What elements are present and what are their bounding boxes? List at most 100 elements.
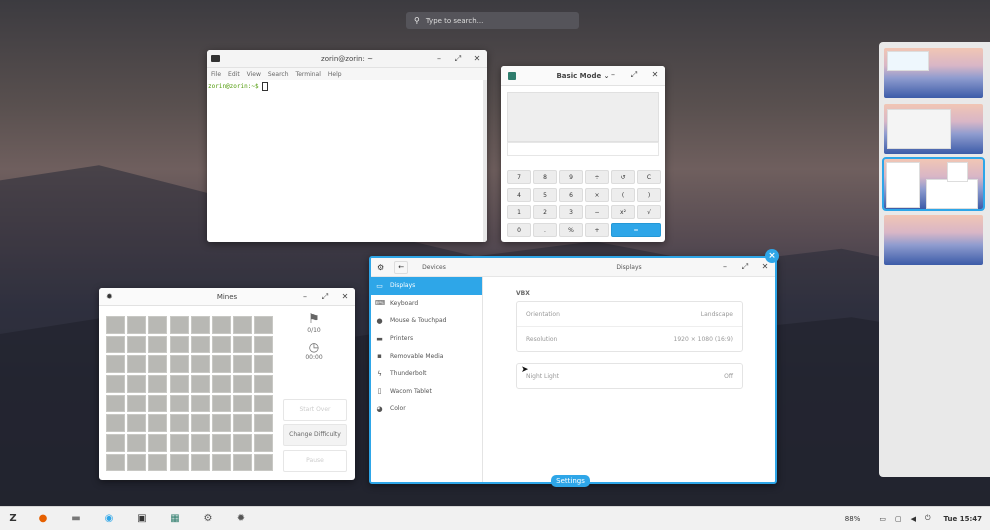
menu-edit[interactable]: Edit (228, 71, 240, 78)
mine-cell[interactable] (169, 434, 189, 452)
terminal-scrollbar[interactable] (483, 80, 487, 242)
mine-cell[interactable] (211, 355, 231, 373)
mine-cell[interactable] (106, 453, 125, 472)
calculator-icon[interactable]: ▦ (167, 511, 183, 526)
network-icon[interactable]: ▢ (895, 515, 902, 523)
minimize-button[interactable]: – (301, 288, 309, 305)
menu-file[interactable]: File (211, 71, 221, 78)
mine-cell[interactable] (127, 414, 147, 432)
mine-cell[interactable] (190, 375, 210, 393)
sidebar-item-mouse[interactable]: ● Mouse & Touchpad (371, 312, 482, 330)
clock[interactable]: Tue 15:47 (944, 515, 982, 523)
key-8[interactable]: 8 (533, 170, 557, 184)
mine-cell[interactable] (190, 316, 210, 334)
key-sqrt[interactable]: √ (637, 205, 661, 220)
key-open-paren[interactable]: ( (611, 187, 635, 202)
mine-cell[interactable] (233, 453, 253, 472)
mine-cell[interactable] (169, 335, 189, 354)
settings-titlebar[interactable]: ⚙ ← Devices Displays – ⤢ ✕ (371, 258, 775, 277)
mine-cell[interactable] (233, 316, 253, 334)
mine-cell[interactable] (254, 375, 274, 393)
mine-cell[interactable] (169, 375, 189, 393)
mine-cell[interactable] (190, 434, 210, 452)
terminal-icon[interactable]: ▣ (134, 511, 150, 526)
terminal-titlebar[interactable]: zorin@zorin: ~ – ⤢ ✕ (207, 50, 487, 68)
key-3[interactable]: 3 (559, 205, 583, 220)
mine-cell[interactable] (148, 394, 168, 413)
mine-cell[interactable] (127, 394, 147, 413)
search-input[interactable]: ⚲ Type to search... (406, 12, 579, 29)
mine-cell[interactable] (190, 355, 210, 373)
key-1[interactable]: 1 (507, 205, 531, 220)
mine-cell[interactable] (254, 414, 274, 432)
back-button[interactable]: ← (394, 260, 409, 274)
maximize-button[interactable]: ⤢ (741, 258, 749, 275)
mine-cell[interactable] (233, 375, 253, 393)
mine-cell[interactable] (169, 316, 189, 334)
mine-cell[interactable] (106, 316, 125, 334)
mine-cell[interactable] (169, 414, 189, 432)
mine-cell[interactable] (211, 414, 231, 432)
mine-cell[interactable] (127, 335, 147, 354)
key-equals[interactable]: = (611, 222, 661, 237)
screen-icon[interactable]: ▭ (879, 515, 886, 523)
minimize-button[interactable]: – (609, 66, 617, 83)
key-decimal[interactable]: . (533, 222, 557, 237)
menu-view[interactable]: View (247, 71, 261, 78)
menu-help[interactable]: Help (328, 71, 342, 78)
workspace-thumbnail-4[interactable] (884, 215, 983, 265)
mine-cell[interactable] (254, 335, 274, 354)
close-window-badge[interactable]: × (765, 249, 779, 263)
maximize-button[interactable]: ⤢ (454, 50, 462, 67)
mine-cell[interactable] (169, 355, 189, 373)
key-divide[interactable]: ÷ (585, 170, 609, 184)
mine-cell[interactable] (254, 434, 274, 452)
mine-cell[interactable] (148, 414, 168, 432)
key-9[interactable]: 9 (559, 170, 583, 184)
workspace-thumbnail-1[interactable] (884, 48, 983, 98)
zorin-menu-icon[interactable]: Z (5, 511, 21, 526)
mine-cell[interactable] (106, 394, 125, 413)
terminal-body[interactable]: zorin@zorin:~$ (207, 80, 487, 242)
mine-cell[interactable] (106, 355, 125, 373)
mine-cell[interactable] (127, 355, 147, 373)
power-icon[interactable]: ⏻ (925, 514, 931, 523)
menu-search[interactable]: Search (268, 71, 289, 78)
mine-cell[interactable] (169, 453, 189, 472)
mine-cell[interactable] (211, 316, 231, 334)
mine-cell[interactable] (254, 453, 274, 472)
mine-cell[interactable] (211, 434, 231, 452)
workspace-thumbnail-3[interactable] (882, 157, 985, 211)
mines-window[interactable]: ✹ Mines – ⤢ ✕ ⚑ 0/10 ◷ 00:00 Start Over … (99, 288, 355, 480)
minimize-button[interactable]: – (721, 258, 729, 275)
maximize-button[interactable]: ⤢ (321, 288, 329, 305)
firefox-icon[interactable]: ● (35, 511, 51, 526)
start-over-button[interactable]: Start Over (283, 399, 347, 421)
sidebar-item-color[interactable]: ◕ Color (371, 400, 482, 418)
battery-level[interactable]: 88% (845, 515, 861, 523)
mine-cell[interactable] (106, 414, 125, 432)
close-button[interactable]: ✕ (473, 50, 481, 67)
key-5[interactable]: 5 (533, 187, 557, 202)
change-difficulty-button[interactable]: Change Difficulty (283, 424, 347, 446)
mine-cell[interactable] (190, 453, 210, 472)
key-subtract[interactable]: − (585, 205, 609, 220)
mine-cell[interactable] (148, 434, 168, 452)
pause-button[interactable]: Pause (283, 450, 347, 472)
mine-cell[interactable] (127, 316, 147, 334)
key-add[interactable]: + (585, 222, 609, 237)
mine-cell[interactable] (211, 394, 231, 413)
mine-cell[interactable] (148, 355, 168, 373)
mine-cell[interactable] (233, 355, 253, 373)
gear-icon[interactable]: ⚙ (377, 263, 384, 272)
mine-cell[interactable] (233, 434, 253, 452)
key-square[interactable]: x² (611, 205, 635, 220)
key-clear[interactable]: C (637, 170, 661, 184)
key-percent[interactable]: % (559, 222, 583, 237)
volume-icon[interactable]: ◀ (911, 515, 916, 523)
mine-cell[interactable] (233, 414, 253, 432)
close-button[interactable]: ✕ (651, 66, 659, 83)
settings-icon[interactable]: ⚙ (200, 511, 216, 526)
mine-cell[interactable] (127, 375, 147, 393)
sidebar-item-wacom-tablet[interactable]: ▯ Wacom Tablet (371, 383, 482, 401)
